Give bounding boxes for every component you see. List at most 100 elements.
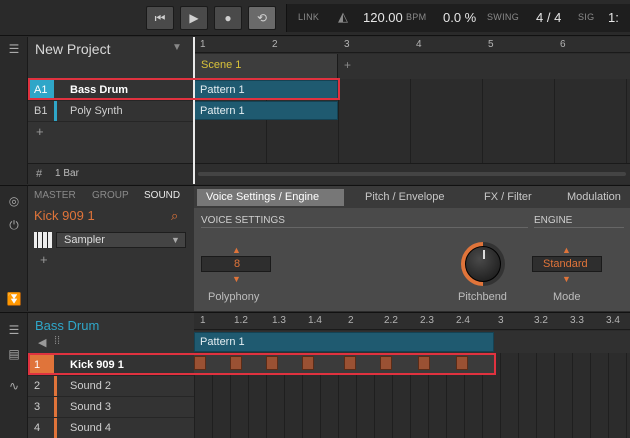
pattern-clip-b1[interactable]: Pattern 1 xyxy=(194,101,338,120)
sound-name: Kick 909 1 xyxy=(70,359,124,371)
playhead xyxy=(193,37,195,184)
sound-index: 4 xyxy=(34,422,41,434)
group-row-a1[interactable]: A1 Bass Drum xyxy=(28,79,194,100)
beat-number: 2.3 xyxy=(420,315,434,326)
chevron-down-icon[interactable]: ▼ xyxy=(172,42,182,53)
decrease-arrow-icon[interactable]: ▼ xyxy=(232,274,241,284)
sound-row-2[interactable]: 2 Sound 2 xyxy=(28,375,194,396)
sound-color-bar xyxy=(54,376,57,396)
bar-number: 6 xyxy=(560,39,566,50)
pattern-clip-a1[interactable]: Pattern 1 xyxy=(194,80,338,99)
speaker-icon[interactable]: ◀ xyxy=(38,336,46,349)
note-event[interactable] xyxy=(194,356,206,370)
mode-field[interactable]: Standard xyxy=(532,256,602,272)
plugin-icon[interactable]: ◎ xyxy=(6,194,22,208)
scene-slot[interactable]: Scene 1 xyxy=(194,54,338,79)
tab-master[interactable]: MASTER xyxy=(34,190,76,201)
arranger-ruler[interactable]: 1 2 3 4 5 6 xyxy=(194,37,630,53)
collapse-icon[interactable]: ⏬ xyxy=(6,292,22,306)
pattern-clip[interactable]: Pattern 1 xyxy=(194,332,494,352)
time-signature-value[interactable]: 4 / 4 xyxy=(536,10,561,25)
loop-icon: ⟲ xyxy=(256,11,268,25)
tab-modulation[interactable]: Modulation xyxy=(567,191,621,203)
tab-fx-filter[interactable]: FX / Filter xyxy=(484,191,532,203)
pitchbend-knob[interactable] xyxy=(465,246,501,282)
list-view-icon[interactable]: ☰ xyxy=(6,323,22,337)
tab-pitch-envelope[interactable]: Pitch / Envelope xyxy=(365,191,445,203)
channel-icon[interactable]: ⏻ xyxy=(6,218,22,232)
increase-arrow-icon[interactable]: ▲ xyxy=(562,245,571,255)
restart-button[interactable]: ⏮ xyxy=(146,6,174,30)
control-side-strip: ◎ ⏻ ⏬ xyxy=(0,185,28,311)
grid-dots-icon[interactable]: ⁞⁞ xyxy=(54,335,60,347)
engine-label: ENGINE xyxy=(534,215,573,226)
group-row-b1[interactable]: B1 Poly Synth xyxy=(28,100,194,121)
arranger-view-icon[interactable]: ☰ xyxy=(6,42,22,56)
note-event[interactable] xyxy=(456,356,468,370)
sound-row-4[interactable]: 4 Sound 4 xyxy=(28,417,194,438)
beat-number: 1.3 xyxy=(272,315,286,326)
bpm-label: BPM xyxy=(406,12,427,22)
add-group-button[interactable]: + xyxy=(36,124,44,139)
scene-row: Scene 1 + xyxy=(194,54,630,79)
play-icon: ▶ xyxy=(189,11,199,25)
plugin-select[interactable]: Sampler ▼ xyxy=(56,232,186,248)
knob-pointer xyxy=(483,250,485,259)
swing-value[interactable]: 0.0 % xyxy=(443,10,476,25)
pattern-label: Pattern 1 xyxy=(200,336,245,348)
tempo-value[interactable]: 120.00 xyxy=(363,10,403,25)
sound-name: Sound 2 xyxy=(70,380,111,392)
sound-name: Sound 3 xyxy=(70,401,111,413)
note-event[interactable] xyxy=(302,356,314,370)
link-label[interactable]: LINK xyxy=(298,12,319,22)
sound-color-bar xyxy=(54,418,57,438)
mode-value: Standard xyxy=(543,258,588,270)
increase-arrow-icon[interactable]: ▲ xyxy=(232,245,241,255)
tab-group[interactable]: GROUP xyxy=(92,190,129,201)
note-event[interactable] xyxy=(418,356,430,370)
grid-icon[interactable]: # xyxy=(36,168,42,180)
record-button[interactable]: ● xyxy=(214,6,242,30)
keyboard-icon xyxy=(34,232,52,248)
horizontal-scrollbar[interactable] xyxy=(198,172,626,176)
add-scene-button[interactable]: + xyxy=(344,58,351,72)
note-event[interactable] xyxy=(230,356,242,370)
sound-name[interactable]: Kick 909 1 xyxy=(34,208,95,223)
metronome-icon[interactable]: ◭ xyxy=(338,9,348,25)
bar-number: 2 xyxy=(272,39,278,50)
bar-number: 4 xyxy=(416,39,422,50)
transport-bar: ⏮ ▶ ● ⟲ LINK ◭ 120.00 BPM 0.0 % SWING 4 … xyxy=(0,0,630,36)
project-title[interactable]: New Project xyxy=(35,41,110,57)
sound-row-1[interactable]: 1 Kick 909 1 xyxy=(28,354,194,375)
play-button[interactable]: ▶ xyxy=(180,6,208,30)
add-plugin-button[interactable]: + xyxy=(40,252,48,267)
tab-voice-settings[interactable]: Voice Settings / Engine xyxy=(197,189,344,206)
group-list-empty: + xyxy=(28,121,194,163)
voice-settings-label: VOICE SETTINGS xyxy=(201,215,285,226)
polyphony-field[interactable]: 8 xyxy=(201,256,271,272)
beat-number: 1 xyxy=(200,315,206,326)
bar-number: 1 xyxy=(200,39,206,50)
beat-number: 2.4 xyxy=(456,315,470,326)
tab-sound[interactable]: SOUND xyxy=(144,190,180,201)
loop-button[interactable]: ⟲ xyxy=(248,6,276,30)
decrease-arrow-icon[interactable]: ▼ xyxy=(562,274,571,284)
waveform-icon[interactable]: ∿ xyxy=(6,379,22,393)
beat-number: 3.2 xyxy=(534,315,548,326)
note-event[interactable] xyxy=(380,356,392,370)
search-icon[interactable]: ⌕ xyxy=(171,208,178,224)
beat-number: 3 xyxy=(498,315,504,326)
divider xyxy=(534,227,624,228)
scene-label: Scene 1 xyxy=(201,59,242,71)
pattern-ruler[interactable]: 1 1.2 1.3 1.4 2 2.2 2.3 2.4 3 3.2 3.3 3.… xyxy=(194,312,630,330)
group-title[interactable]: Bass Drum xyxy=(35,318,99,333)
beat-number: 3.4 xyxy=(606,315,620,326)
note-event[interactable] xyxy=(266,356,278,370)
arranger-footer: # 1 Bar xyxy=(28,163,194,184)
keyboard-view-icon[interactable]: ▤ xyxy=(6,347,22,361)
pattern-length[interactable]: 1 Bar xyxy=(55,168,79,179)
note-event[interactable] xyxy=(344,356,356,370)
sound-row-3[interactable]: 3 Sound 3 xyxy=(28,396,194,417)
plugin-name: Sampler xyxy=(64,234,105,246)
polyphony-value: 8 xyxy=(234,258,241,270)
